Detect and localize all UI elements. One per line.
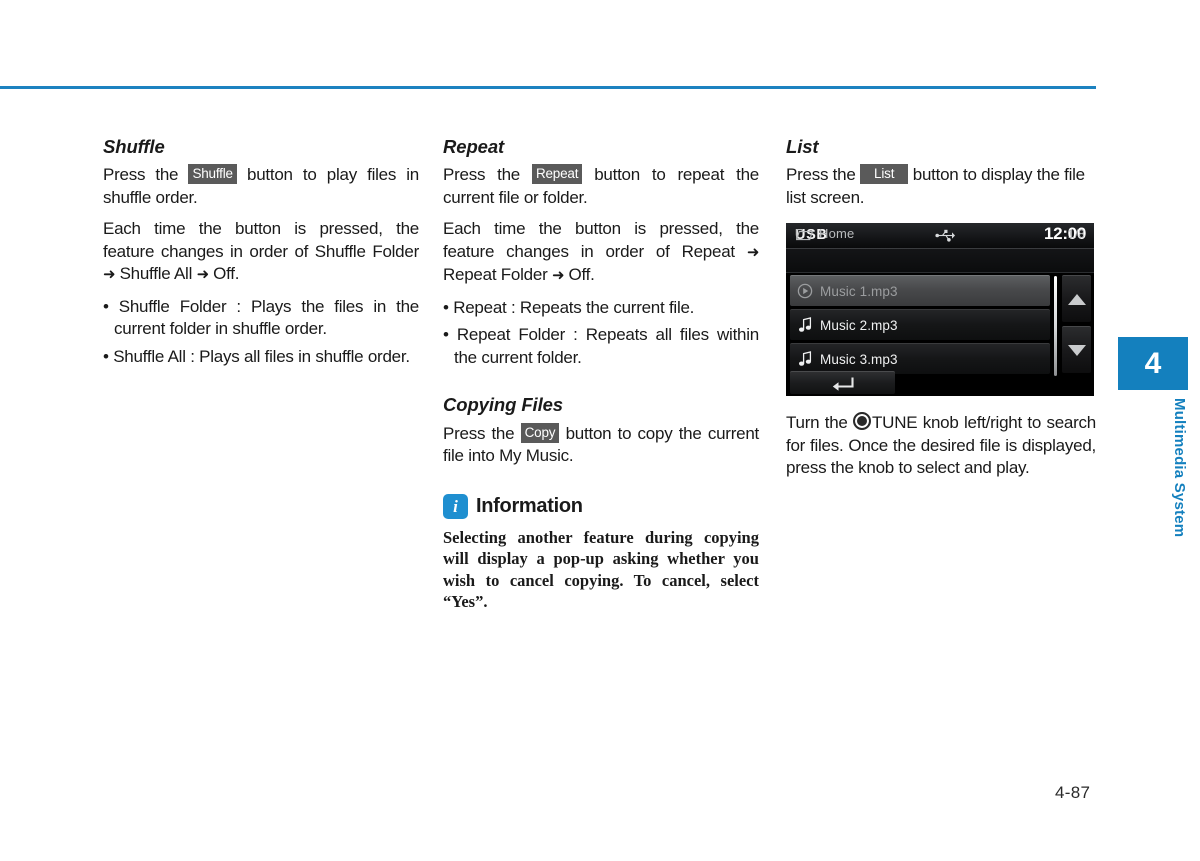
repeat-intro-paragraph: Press the Repeat button to repeat the cu… xyxy=(443,164,759,209)
table-row[interactable]: Music 2.mp3 xyxy=(790,309,1050,341)
copying-intro-paragraph: Press the Copy button to copy the curren… xyxy=(443,422,759,468)
shuffle-bullet-list: • Shuffle Folder : Plays the files in th… xyxy=(103,296,419,369)
list-item-text: Shuffle Folder : Plays the files in the … xyxy=(114,296,419,339)
shuffle-order-mid: Shuffle All xyxy=(119,264,193,284)
folder-icon xyxy=(796,229,813,241)
page-number: 4-87 xyxy=(1055,783,1091,802)
repeat-order-mid: Repeat Folder xyxy=(443,265,548,285)
shuffle-order-end: Off. xyxy=(213,264,240,284)
info-icon: i xyxy=(443,493,468,519)
repeat-button-chip[interactable]: Repeat xyxy=(531,164,583,185)
chapter-tab: 4 xyxy=(1118,337,1188,390)
bullet-mark: • xyxy=(103,346,109,366)
shuffle-intro-pre: Press the xyxy=(103,165,179,185)
list-button-chip[interactable]: List xyxy=(860,164,909,185)
list-item-text: Shuffle All : Plays all files in shuffle… xyxy=(113,346,410,366)
header-rule xyxy=(0,86,1096,89)
information-title: Information xyxy=(476,494,583,517)
screen-path-bar xyxy=(786,249,1094,274)
copy-button-chip[interactable]: Copy xyxy=(520,422,560,443)
column-repeat: Repeat Press the Repeat button to repeat… xyxy=(443,136,760,613)
screen-scroll-arrows xyxy=(1062,275,1091,377)
heading-copying-files: Copying Files xyxy=(443,394,563,416)
arrow-icon: ➜ xyxy=(551,267,565,285)
shuffle-order-text: Each time the button is pressed, the fea… xyxy=(103,219,419,261)
bullet-mark: • xyxy=(103,296,109,316)
music-note-icon xyxy=(790,317,820,333)
heading-list: List xyxy=(786,136,819,157)
scroll-up-button[interactable] xyxy=(1062,275,1091,323)
screen-page-indicator: 1/8 xyxy=(1067,227,1085,242)
list-intro-pre: Press the xyxy=(786,165,856,185)
repeat-order-end: Off. xyxy=(568,265,595,285)
bullet-mark: • xyxy=(443,325,449,345)
list-item-text: Repeat Folder : Repeats all files within… xyxy=(454,325,759,367)
manual-page: Shuffle Press the Shuffle button to play… xyxy=(0,0,1200,861)
list-item-text: Repeat : Repeats the current file. xyxy=(453,297,695,317)
arrow-icon: ➜ xyxy=(746,243,760,261)
information-body: Selecting another feature during copying… xyxy=(443,527,759,612)
repeat-order-text: Each time the button is pressed, the fea… xyxy=(443,219,759,261)
tune-pre: Turn the xyxy=(786,413,848,433)
repeat-order-paragraph: Each time the button is pressed, the fea… xyxy=(443,218,760,288)
chevron-up-icon xyxy=(1067,293,1086,305)
file-name: Music 2.mp3 xyxy=(820,317,898,333)
column-list: List Press the List button to display th… xyxy=(786,136,1096,480)
list-item: • Repeat Folder : Repeats all files with… xyxy=(443,324,759,369)
file-name: Music 3.mp3 xyxy=(820,351,898,367)
usb-file-list-screen: USB 12:00 Home 1/8 Music 1.mp3 Music 2.m… xyxy=(786,223,1094,397)
shuffle-order-paragraph: Each time the button is pressed, the fea… xyxy=(103,218,419,287)
shuffle-button-chip[interactable]: Shuffle xyxy=(188,164,237,185)
heading-shuffle: Shuffle xyxy=(103,136,165,157)
arrow-icon: ➜ xyxy=(103,266,116,284)
music-note-icon xyxy=(790,351,820,367)
file-name: Music 1.mp3 xyxy=(820,283,898,299)
shuffle-intro-paragraph: Press the Shuffle button to play files i… xyxy=(103,164,419,209)
screen-path-label: Home xyxy=(819,226,855,242)
back-button[interactable] xyxy=(790,371,895,395)
back-arrow-icon xyxy=(832,377,854,392)
list-item: • Shuffle All : Plays all files in shuff… xyxy=(103,346,419,369)
tune-label: TUNE xyxy=(872,413,918,433)
bullet-mark: • xyxy=(443,297,449,317)
arrow-icon: ➜ xyxy=(196,266,210,284)
copying-intro-pre: Press the xyxy=(443,423,515,443)
tune-knob-paragraph: Turn the TUNE knob left/right to search … xyxy=(786,412,1096,480)
table-row[interactable]: Music 1.mp3 xyxy=(790,275,1050,307)
screen-file-list: Music 1.mp3 Music 2.mp3 Music 3.mp3 xyxy=(790,275,1050,377)
information-header: i Information xyxy=(443,493,759,519)
heading-repeat: Repeat xyxy=(443,136,505,157)
list-item: • Repeat : Repeats the current file. xyxy=(443,297,759,320)
usb-icon xyxy=(935,230,955,242)
repeat-intro-pre: Press the xyxy=(443,165,521,185)
tune-knob-icon xyxy=(853,412,872,431)
list-intro-paragraph: Press the List button to display the fil… xyxy=(786,164,1096,209)
repeat-bullet-list: • Repeat : Repeats the current file. • R… xyxy=(443,297,759,370)
list-item: • Shuffle Folder : Plays the files in th… xyxy=(103,296,419,341)
scroll-down-button[interactable] xyxy=(1062,326,1091,374)
play-circle-icon xyxy=(790,283,820,299)
table-row[interactable]: Music 3.mp3 xyxy=(790,343,1050,375)
chapter-number: 4 xyxy=(1144,347,1162,380)
scrollbar[interactable] xyxy=(1054,276,1057,377)
column-shuffle: Shuffle Press the Shuffle button to play… xyxy=(103,136,419,368)
chevron-down-icon xyxy=(1067,344,1086,356)
chapter-title: Multimedia System xyxy=(1171,398,1188,538)
